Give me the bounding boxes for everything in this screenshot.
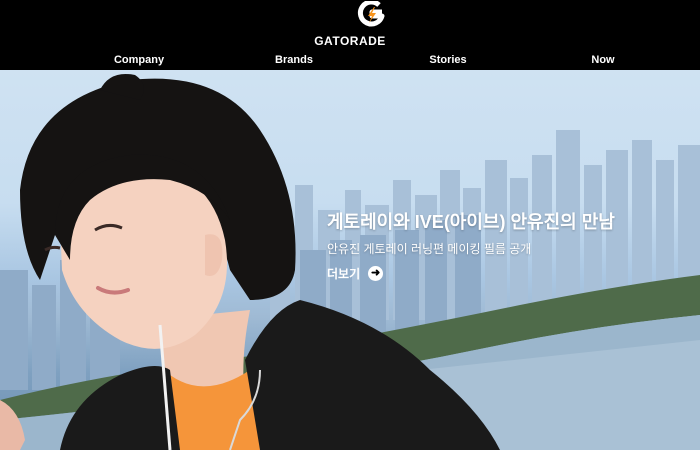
nav-item-now[interactable]: Now	[591, 54, 614, 66]
brand-wordmark: GATORADE	[314, 34, 386, 48]
nav-item-company[interactable]: Company	[114, 54, 164, 66]
site-header: GATORADE Company Brands Stories Now	[0, 0, 700, 70]
hero-subline: 안유진 게토레이 러닝편 메이킹 필름 공개	[327, 242, 532, 256]
nav-item-stories[interactable]: Stories	[429, 54, 466, 66]
more-link[interactable]: 더보기 ➜	[327, 265, 384, 282]
hero-image	[0, 74, 700, 450]
main-nav: Company Brands Stories Now	[0, 54, 700, 70]
hero-banner[interactable]: 게토레이와 IVE(아이브) 안유진의 만남 안유진 게토레이 러닝편 메이킹 …	[0, 70, 700, 450]
nav-item-brands[interactable]: Brands	[275, 54, 313, 66]
arrow-right-circle-icon: ➜	[368, 266, 384, 281]
more-link-label: 더보기	[327, 267, 361, 281]
gatorade-logo[interactable]: GATORADE	[0, 0, 700, 50]
gatorade-g-bolt-icon	[357, 1, 385, 27]
hero-headline: 게토레이와 IVE(아이브) 안유진의 만남	[327, 212, 615, 232]
